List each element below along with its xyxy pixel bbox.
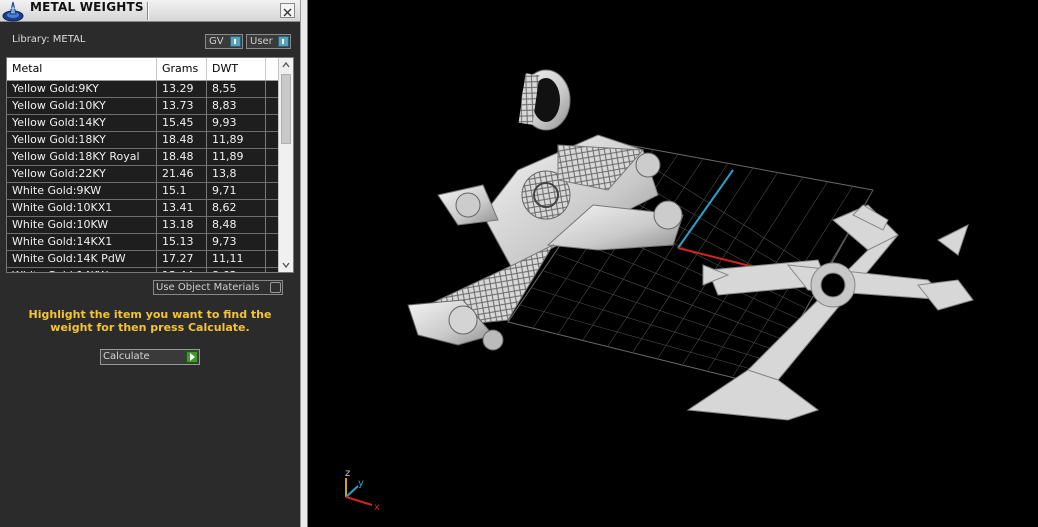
column-header-metal[interactable]: Metal [7, 58, 157, 80]
table-row[interactable]: Yellow Gold:18KY Royal 18.48 11,89 [7, 149, 279, 166]
grams-cell: 13.29 [157, 81, 207, 97]
title-separator [147, 2, 148, 20]
scroll-up-button[interactable] [279, 58, 293, 72]
close-icon [283, 8, 292, 17]
dwt-cell: 9,93 [207, 115, 266, 131]
grams-cell: 15.1 [157, 183, 207, 199]
viewport-canvas[interactable]: z y x [308, 0, 1038, 527]
metal-cell: White Gold:10KX1 [7, 200, 157, 216]
dwt-cell: 8,62 [207, 200, 266, 216]
dwt-cell: 11,89 [207, 132, 266, 148]
table-body: Yellow Gold:9KY 13.29 8,55 Yellow Gold:10KY… [7, 81, 279, 272]
calculate-label: Calculate [103, 351, 150, 362]
dwt-cell: 9,73 [207, 234, 266, 250]
grams-cell: 17.27 [157, 251, 207, 267]
axis-triad-icon: z y x [345, 468, 380, 513]
go-arrow-icon[interactable] [186, 351, 198, 363]
grams-cell: 15.45 [157, 115, 207, 131]
scroll-thumb[interactable] [281, 74, 291, 144]
table-row[interactable]: Yellow Gold:22KY 21.46 13,8 [7, 166, 279, 183]
metal-cell: White Gold:10KW [7, 217, 157, 233]
axis-z-label: z [345, 468, 350, 479]
grams-cell: 15.13 [157, 234, 207, 250]
metal-cell: White Gold:9KW [7, 183, 157, 199]
column-header-grams[interactable]: Grams [157, 58, 207, 80]
dwt-cell: 11,89 [207, 149, 266, 165]
table-row[interactable]: Yellow Gold:9KY 13.29 8,55 [7, 81, 279, 98]
scroll-down-icon [282, 262, 290, 269]
metal-cell: White Gold:14K PdW [7, 251, 157, 267]
metal-cell: Yellow Gold:22KY [7, 166, 157, 182]
calculate-button[interactable]: Calculate [100, 349, 200, 365]
metal-cell: Yellow Gold:10KY [7, 98, 157, 114]
dwt-cell: 8,63 [207, 268, 266, 272]
grams-cell: 13.41 [157, 200, 207, 216]
gv-toggle[interactable]: GV [205, 34, 243, 49]
dwt-cell: 8,55 [207, 81, 266, 97]
table-row[interactable]: Yellow Gold:18KY 18.48 11,89 [7, 132, 279, 149]
table-row[interactable]: White Gold:10KW 13.18 8,48 [7, 217, 279, 234]
grams-cell: 13.18 [157, 217, 207, 233]
material-select-value: Use Object Materials [156, 282, 260, 293]
grams-cell: 18.48 [157, 149, 207, 165]
table-row[interactable]: Yellow Gold:14KY 15.45 9,93 [7, 115, 279, 132]
dwt-cell: 9,71 [207, 183, 266, 199]
user-toggle[interactable]: User [246, 34, 291, 49]
metal-cell: Yellow Gold:14KY [7, 115, 157, 131]
table-row[interactable]: White Gold:14K PdW 17.27 11,11 [7, 251, 279, 268]
dwt-cell: 13,8 [207, 166, 266, 182]
3d-viewport[interactable]: z y x [308, 0, 1038, 527]
table-scrollbar[interactable] [278, 58, 293, 272]
table-row[interactable]: White Gold:14KX1 15.13 9,73 [7, 234, 279, 251]
library-label: Library: METAL [12, 34, 86, 45]
title-bar: METAL WEIGHTS [0, 0, 300, 22]
scroll-up-icon [282, 61, 290, 68]
instruction-text: Highlight the item you want to find the … [28, 308, 272, 334]
scroll-down-button[interactable] [279, 258, 293, 272]
user-toggle-label: User [250, 36, 273, 47]
panel-splitter[interactable] [300, 0, 308, 527]
metal-cell: Yellow Gold:18KY Royal [7, 149, 157, 165]
toggle-indicator-icon [230, 36, 241, 47]
material-select[interactable]: Use Object Materials [153, 280, 283, 295]
dwt-cell: 11,11 [207, 251, 266, 267]
ring-bail-model[interactable] [518, 69, 571, 131]
window-title: METAL WEIGHTS [30, 0, 144, 14]
app-logo-icon [2, 1, 24, 22]
metal-cell: Yellow Gold:18KY [7, 132, 157, 148]
ornate-cross-model[interactable] [407, 134, 684, 351]
axis-y-label: y [358, 478, 364, 489]
grid-y-axis [677, 169, 734, 249]
close-button[interactable] [280, 3, 295, 18]
metal-table: Metal Grams DWT Yellow Gold:9KY 13.29 8,55… [6, 57, 294, 273]
dwt-cell: 8,83 [207, 98, 266, 114]
table-header: Metal Grams DWT [7, 58, 279, 81]
table-row[interactable]: White Gold:10KX1 13.41 8,62 [7, 200, 279, 217]
dropdown-icon [270, 282, 281, 293]
metal-cell: Yellow Gold:9KY [7, 81, 157, 97]
metal-cell: White Gold:14KX1 [7, 234, 157, 250]
table-row[interactable]: White Gold:14KW13.448,63 [7, 268, 279, 272]
table-row[interactable]: White Gold:9KW 15.1 9,71 [7, 183, 279, 200]
flat-cross-model[interactable] [686, 204, 974, 421]
metal-cell: White Gold:14KW [7, 268, 157, 272]
toggle-indicator-icon [278, 36, 289, 47]
table-row[interactable]: Yellow Gold:10KY 13.73 8,83 [7, 98, 279, 115]
grams-cell: 21.46 [157, 166, 207, 182]
grams-cell: 13.44 [157, 268, 207, 272]
metal-weights-panel: METAL WEIGHTS Library: METAL GV User Met… [0, 0, 300, 527]
axis-x-label: x [374, 502, 380, 513]
gv-toggle-label: GV [209, 36, 224, 47]
grams-cell: 13.73 [157, 98, 207, 114]
column-header-dwt[interactable]: DWT [207, 58, 266, 80]
grams-cell: 18.48 [157, 132, 207, 148]
dwt-cell: 8,48 [207, 217, 266, 233]
